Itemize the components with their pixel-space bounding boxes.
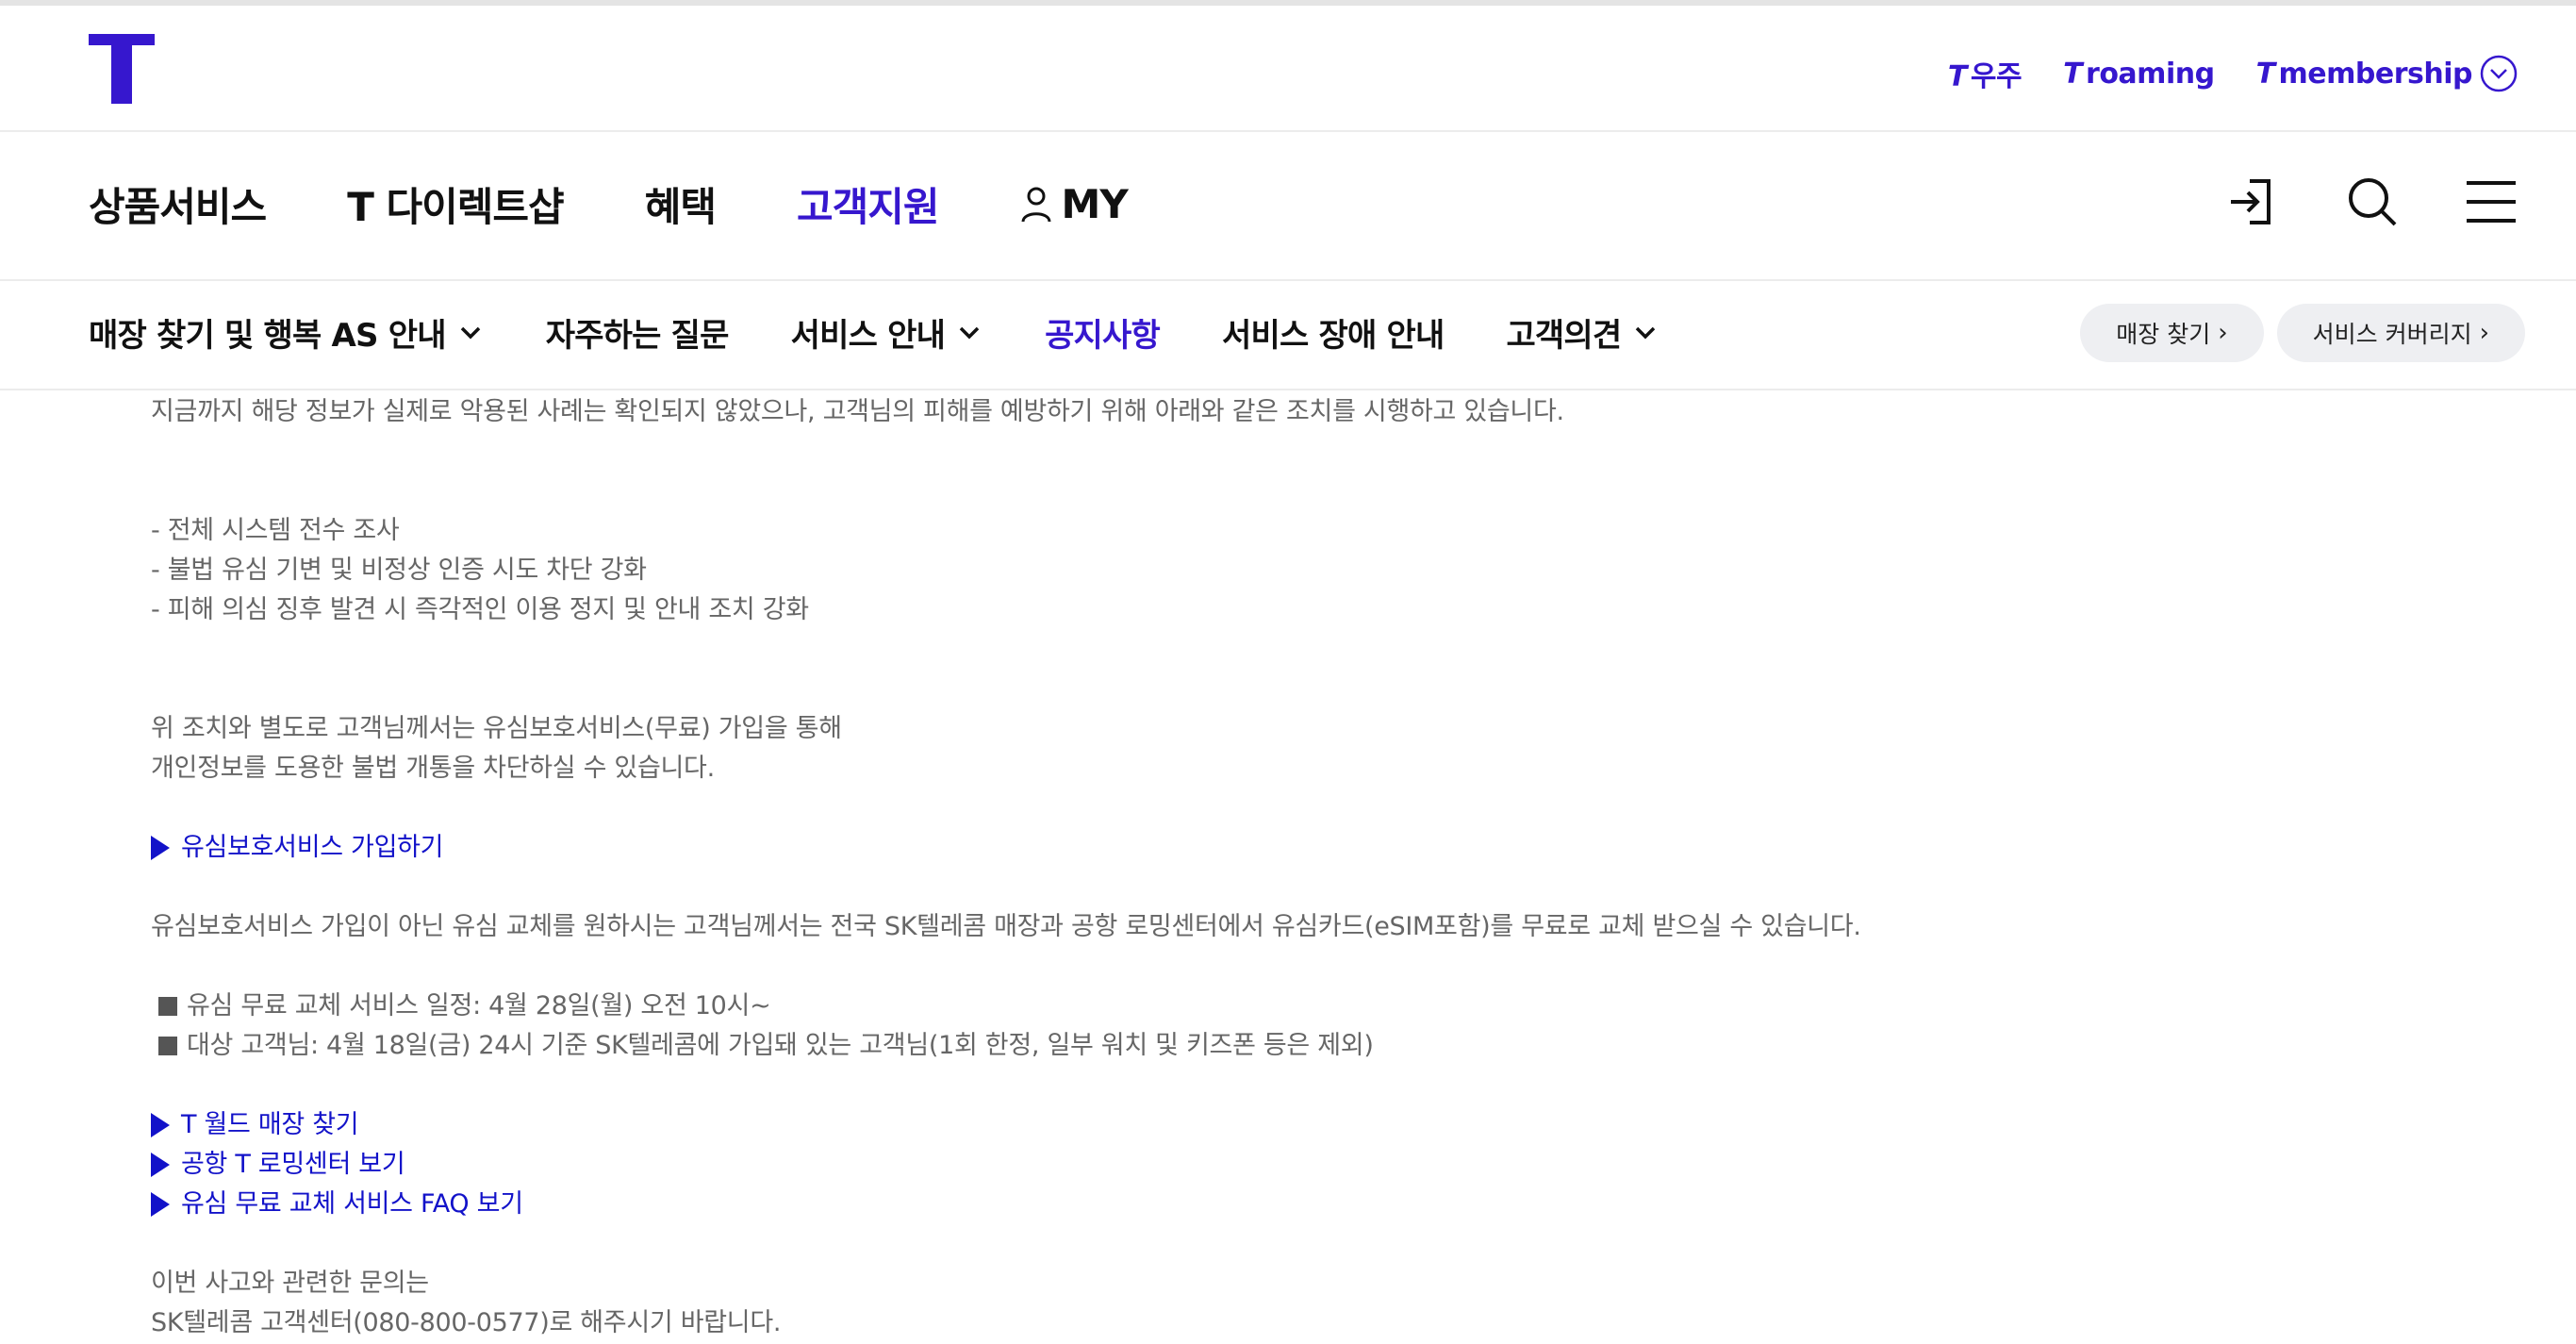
local-nav: 매장 찾기 및 행복 AS 안내 자주하는 질문 서비스 안내 공지사항 서비스… <box>0 281 2576 390</box>
pill-label: 매장 찾기 <box>2116 321 2211 348</box>
notice-body: 지금까지 해당 정보가 실제로 악용된 사례는 확인되지 않았으나, 고객님의 … <box>151 392 2320 1343</box>
t-logo-icon[interactable] <box>89 34 155 104</box>
util-link-label: membership <box>2278 57 2473 91</box>
gnb-item-my-label: MY <box>1061 181 1129 227</box>
util-link-prefix: T <box>1947 60 1967 93</box>
lnb-item-label: 자주하는 질문 <box>545 317 730 355</box>
lnb-item-label: 매장 찾기 및 행복 AS 안내 <box>89 317 447 355</box>
utility-links: T 우주 T roaming T membership <box>1947 53 2473 94</box>
measure-item: - 피해 의심 징후 발견 시 즉각적인 이용 정지 및 안내 조치 강화 <box>151 595 809 624</box>
lnb-item-feedback[interactable]: 고객의견 <box>1506 309 1659 356</box>
lnb-pills: 매장 찾기 › 서비스 커버리지 › <box>2080 304 2525 362</box>
link-label: T 월드 매장 찾기 <box>181 1110 359 1139</box>
usim-protect-join-link[interactable]: 유심보호서비스 가입하기 <box>151 828 2320 868</box>
util-link-label: 우주 <box>1970 60 2023 93</box>
service-coverage-button[interactable]: 서비스 커버리지 › <box>2276 304 2525 362</box>
util-link-prefix: T <box>2063 57 2083 91</box>
gnb-item-products[interactable]: 상품서비스 <box>89 175 267 233</box>
util-link-label: roaming <box>2086 57 2215 91</box>
triangle-right-icon <box>151 836 170 860</box>
notice-intro: 지금까지 해당 정보가 실제로 악용된 사례는 확인되지 않았으나, 고객님의 … <box>151 397 1564 426</box>
contact-text: 이번 사고와 관련한 문의는 <box>151 1269 429 1298</box>
person-icon <box>1021 187 1051 222</box>
schedule-item: 유심 무료 교체 서비스 일정: 4월 28일(월) 오전 10시~ <box>151 987 2320 1026</box>
chevron-down-circle-icon[interactable] <box>2480 55 2518 92</box>
chevron-down-icon <box>460 326 480 339</box>
link-label: 유심 무료 교체 서비스 FAQ 보기 <box>181 1189 523 1219</box>
exchange-text: 유심보호서비스 가입이 아닌 유심 교체를 원하시는 고객님께서는 전국 SK텔… <box>151 912 1861 941</box>
login-icon[interactable] <box>2225 174 2282 230</box>
lnb-item-outage[interactable]: 서비스 장애 안내 <box>1222 309 1445 356</box>
search-icon[interactable] <box>2344 174 2401 230</box>
usim-faq-link[interactable]: 유심 무료 교체 서비스 FAQ 보기 <box>151 1185 2320 1224</box>
lnb-item-service-guide[interactable]: 서비스 안내 <box>791 309 983 356</box>
lnb-item-faq[interactable]: 자주하는 질문 <box>545 309 730 356</box>
utility-bar: T 우주 T roaming T membership <box>0 6 2576 132</box>
triangle-right-icon <box>151 1113 170 1137</box>
lnb-item-store-as[interactable]: 매장 찾기 및 행복 AS 안내 <box>89 309 484 356</box>
square-bullet-icon <box>158 1037 177 1055</box>
util-link-prefix: T <box>2255 57 2275 91</box>
lnb-item-label: 서비스 안내 <box>790 317 946 355</box>
gnb-item-direct-shop[interactable]: T 다이렉트샵 <box>347 175 564 233</box>
gnb-item-support[interactable]: 고객지원 <box>797 175 940 233</box>
util-link-troaming[interactable]: T roaming <box>2063 58 2215 91</box>
chevron-right-icon: › <box>2479 319 2489 347</box>
tworld-store-link[interactable]: T 월드 매장 찾기 <box>151 1105 2320 1145</box>
global-nav: 상품서비스 T 다이렉트샵 혜택 고객지원 MY <box>0 132 2576 281</box>
roaming-center-link[interactable]: 공항 T 로밍센터 보기 <box>151 1145 2320 1185</box>
util-link-tmembership[interactable]: T membership <box>2255 57 2473 91</box>
triangle-right-icon <box>151 1153 170 1177</box>
chevron-down-icon <box>959 326 980 339</box>
gnb-menu: 상품서비스 T 다이렉트샵 혜택 고객지원 MY <box>89 175 1129 233</box>
lnb-item-notice[interactable]: 공지사항 <box>1045 309 1161 356</box>
square-bullet-icon <box>158 997 177 1016</box>
link-label: 공항 T 로밍센터 보기 <box>181 1150 405 1179</box>
gnb-item-my[interactable]: MY <box>1020 181 1129 227</box>
lnb-menu: 매장 찾기 및 행복 AS 안내 자주하는 질문 서비스 안내 공지사항 서비스… <box>89 309 1659 356</box>
protect-text: 위 조치와 별도로 고객님께서는 유심보호서비스(무료) 가입을 통해 <box>151 714 842 743</box>
triangle-right-icon <box>151 1192 170 1217</box>
contact-text: SK텔레콤 고객센터(080-800-0577)로 해주시기 바랍니다. <box>151 1308 782 1337</box>
measure-item: - 불법 유심 기변 및 비정상 인증 시도 차단 강화 <box>151 556 647 585</box>
pill-label: 서비스 커버리지 <box>2312 321 2472 348</box>
store-finder-button[interactable]: 매장 찾기 › <box>2080 304 2264 362</box>
util-link-tuju[interactable]: T 우주 <box>1947 53 2023 94</box>
protect-text: 개인정보를 도용한 불법 개통을 차단하실 수 있습니다. <box>151 754 715 783</box>
lnb-item-label: 고객의견 <box>1506 317 1622 355</box>
gnb-item-benefits[interactable]: 혜택 <box>645 175 717 233</box>
lnb-item-label: 서비스 장애 안내 <box>1222 317 1445 355</box>
schedule-text: 유심 무료 교체 서비스 일정: 4월 28일(월) 오전 10시~ <box>187 991 771 1020</box>
link-label: 유심보호서비스 가입하기 <box>181 833 444 862</box>
menu-icon[interactable] <box>2463 174 2519 230</box>
target-item: 대상 고객님: 4월 18일(금) 24시 기준 SK텔레콤에 가입돼 있는 고… <box>151 1026 2320 1066</box>
measure-item: - 전체 시스템 전수 조사 <box>151 516 400 545</box>
chevron-right-icon: › <box>2218 319 2228 347</box>
chevron-down-icon <box>1636 326 1656 339</box>
lnb-item-label: 공지사항 <box>1045 317 1161 355</box>
target-text: 대상 고객님: 4월 18일(금) 24시 기준 SK텔레콤에 가입돼 있는 고… <box>187 1031 1374 1060</box>
gnb-icons <box>2225 174 2519 230</box>
